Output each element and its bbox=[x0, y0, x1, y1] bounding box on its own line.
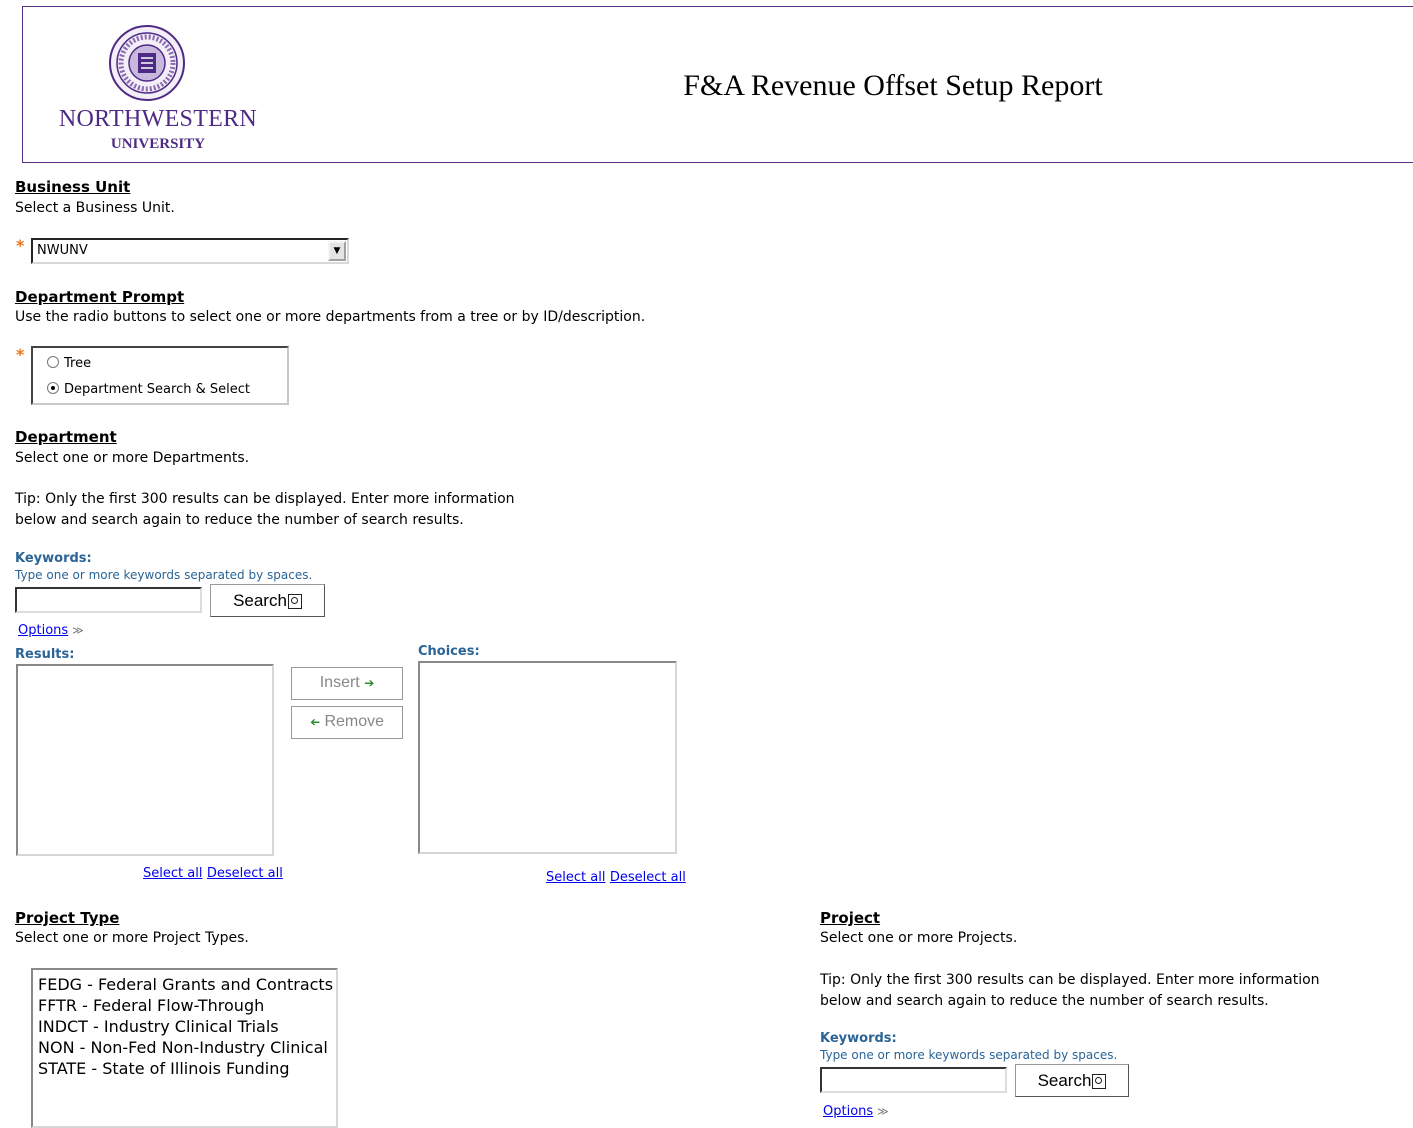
options-link[interactable]: Options bbox=[18, 623, 68, 638]
list-item[interactable]: STATE - State of Illinois Funding bbox=[38, 1058, 336, 1079]
department-prompt-radio-group: Tree Department Search & Select bbox=[31, 346, 289, 405]
radio-button-icon[interactable] bbox=[47, 356, 59, 368]
department-prompt-description: Use the radio buttons to select one or m… bbox=[15, 309, 646, 325]
project-title: Project bbox=[820, 909, 881, 927]
choices-deselect-all-link[interactable]: Deselect all bbox=[610, 870, 686, 885]
radio-tree-label: Tree bbox=[64, 356, 92, 371]
search-button-label: Search bbox=[233, 591, 287, 610]
results-label: Results: bbox=[15, 647, 75, 662]
project-type-list[interactable]: FEDG - Federal Grants and Contracts FFTR… bbox=[31, 968, 338, 1128]
department-prompt-title: Department Prompt bbox=[15, 288, 185, 306]
report-header: NORTHWESTERN UNIVERSITY F&A Revenue Offs… bbox=[22, 6, 1413, 163]
project-keywords-label: Keywords: bbox=[820, 1031, 897, 1046]
arrow-right-icon: ➔ bbox=[364, 676, 375, 690]
business-unit-title: Business Unit bbox=[15, 178, 131, 196]
insert-button[interactable]: Insert ➔ bbox=[291, 667, 403, 700]
list-item[interactable]: NON - Non-Fed Non-Industry Clinical bbox=[38, 1037, 336, 1058]
department-search-button[interactable]: Search bbox=[210, 584, 325, 617]
choices-select-links: Select all Deselect all bbox=[546, 869, 686, 885]
business-unit-description: Select a Business Unit. bbox=[15, 200, 175, 216]
arrow-left-icon: ➔ bbox=[309, 715, 321, 729]
chevron-down-icon[interactable]: ▼ bbox=[328, 241, 346, 261]
university-seal-icon bbox=[109, 25, 185, 101]
double-chevron-down-icon: ≫ bbox=[877, 1105, 889, 1118]
department-title: Department bbox=[15, 428, 117, 446]
remove-button[interactable]: ➔ Remove bbox=[291, 706, 403, 739]
project-keywords-hint: Type one or more keywords separated by s… bbox=[820, 1048, 1118, 1062]
department-results-list[interactable] bbox=[16, 664, 274, 856]
double-chevron-down-icon: ≫ bbox=[72, 624, 84, 637]
project-keywords-input[interactable] bbox=[820, 1067, 1007, 1093]
choices-select-all-link[interactable]: Select all bbox=[546, 870, 605, 885]
project-description: Select one or more Projects. bbox=[820, 930, 1018, 946]
business-unit-select[interactable]: NWUNV ▼ bbox=[31, 238, 349, 264]
choices-label: Choices: bbox=[418, 644, 480, 659]
results-deselect-all-link[interactable]: Deselect all bbox=[207, 866, 283, 881]
logo-name: NORTHWESTERN bbox=[58, 106, 258, 132]
project-type-title: Project Type bbox=[15, 909, 120, 927]
project-options-toggle[interactable]: Options ≫ bbox=[823, 1103, 889, 1119]
options-link[interactable]: Options bbox=[823, 1104, 873, 1119]
department-choices-list[interactable] bbox=[418, 661, 677, 854]
business-unit-selected-value: NWUNV bbox=[37, 243, 88, 258]
search-icon bbox=[1092, 1074, 1107, 1089]
remove-label: Remove bbox=[324, 713, 385, 730]
department-tip-line1: Tip: Only the first 300 results can be d… bbox=[15, 491, 515, 507]
project-search-button[interactable]: Search bbox=[1015, 1064, 1129, 1097]
required-marker: * bbox=[16, 236, 25, 255]
radio-button-selected-icon[interactable] bbox=[47, 382, 59, 394]
department-tip-line2: below and search again to reduce the num… bbox=[15, 512, 464, 528]
search-button-label: Search bbox=[1037, 1071, 1092, 1090]
radio-search-select-label: Department Search & Select bbox=[64, 382, 250, 397]
list-item[interactable]: FEDG - Federal Grants and Contracts bbox=[38, 974, 336, 995]
project-type-description: Select one or more Project Types. bbox=[15, 930, 249, 946]
project-tip-line1: Tip: Only the first 300 results can be d… bbox=[820, 972, 1320, 988]
radio-tree[interactable]: Tree bbox=[47, 356, 91, 371]
page-title: F&A Revenue Offset Setup Report bbox=[683, 69, 1103, 102]
keywords-hint: Type one or more keywords separated by s… bbox=[15, 568, 313, 582]
radio-department-search-select[interactable]: Department Search & Select bbox=[47, 382, 250, 397]
list-item[interactable]: INDCT - Industry Clinical Trials bbox=[38, 1016, 336, 1037]
required-marker: * bbox=[16, 345, 25, 364]
department-description: Select one or more Departments. bbox=[15, 450, 250, 466]
results-select-all-link[interactable]: Select all bbox=[143, 866, 202, 881]
results-select-links: Select all Deselect all bbox=[143, 865, 283, 881]
department-keywords-input[interactable] bbox=[15, 587, 202, 613]
insert-label: Insert bbox=[319, 674, 360, 691]
keywords-label: Keywords: bbox=[15, 551, 92, 566]
project-tip-line2: below and search again to reduce the num… bbox=[820, 993, 1269, 1009]
logo-subname: UNIVERSITY bbox=[110, 136, 206, 152]
department-options-toggle[interactable]: Options ≫ bbox=[18, 622, 84, 638]
search-icon bbox=[287, 594, 302, 609]
list-item[interactable]: FFTR - Federal Flow-Through bbox=[38, 995, 336, 1016]
